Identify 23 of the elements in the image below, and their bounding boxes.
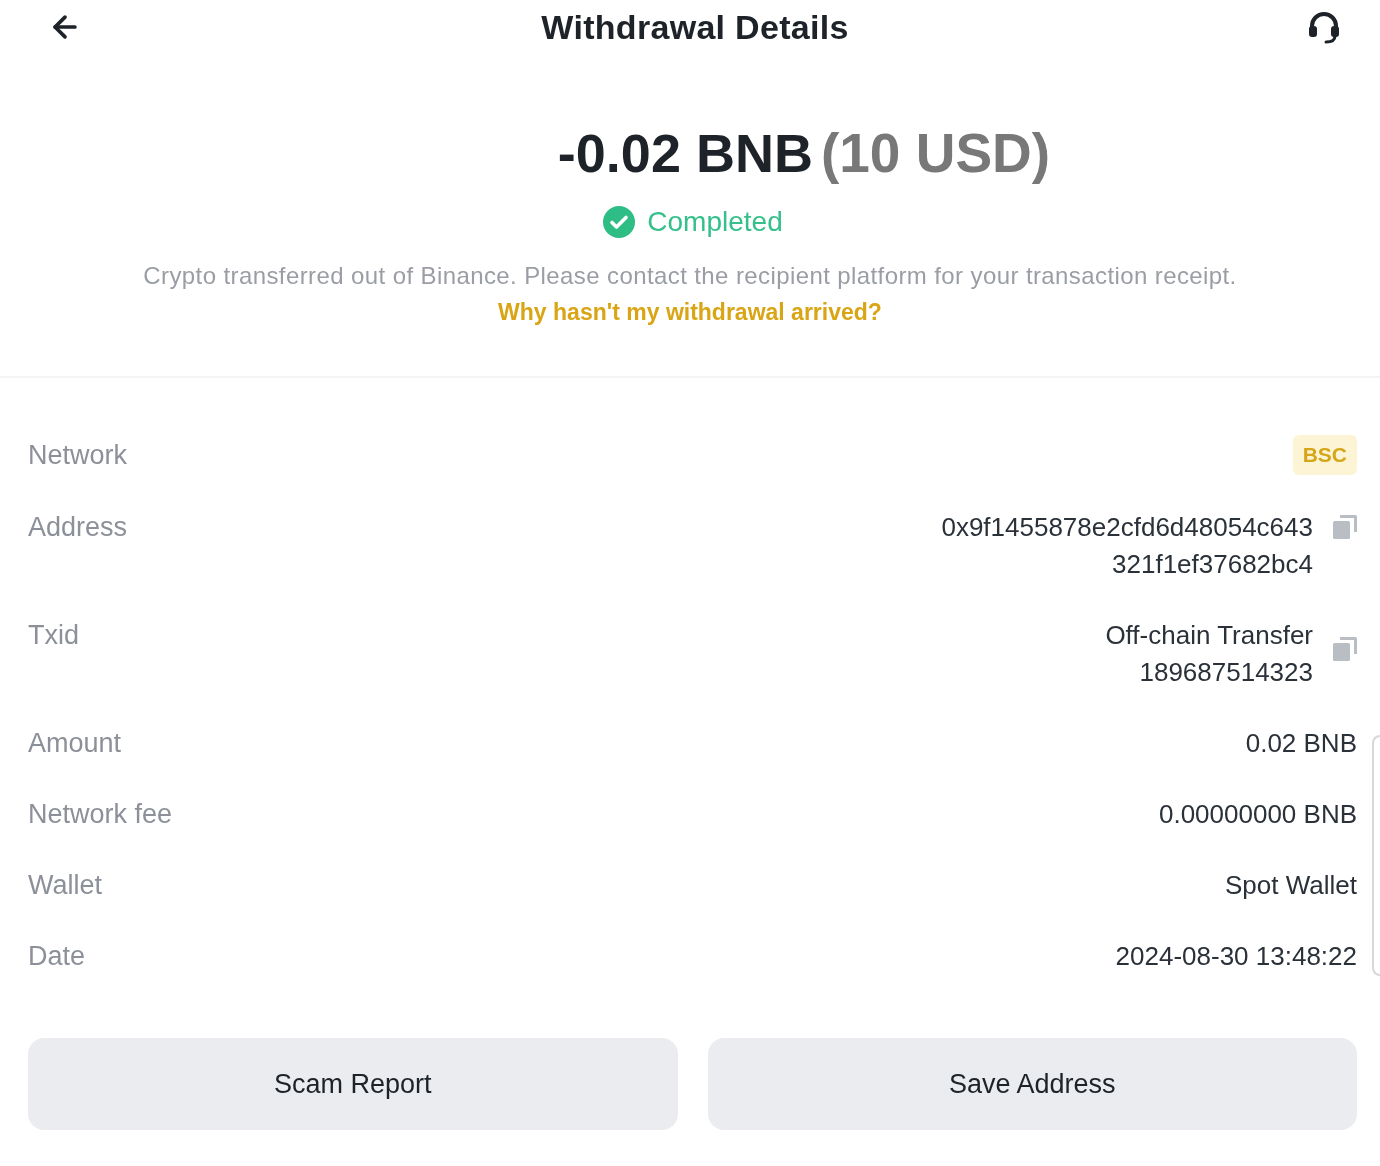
transfer-note: Crypto transferred out of Binance. Please contact the recipient platform for your transaction receipt. [143, 261, 1237, 291]
status-label: Completed [647, 205, 783, 239]
detail-value: 0.00000000 BNB [1158, 798, 1357, 831]
action-button[interactable]: Scam Report [28, 1038, 678, 1130]
detail-value: 0x9f1455878e2cfd6d48054c643 321f1ef37682bc4 [941, 511, 1313, 581]
withdrawal-amount: -0.02 BNB [557, 122, 813, 185]
detail-value: Spot Wallet [1225, 869, 1357, 902]
network-tag: BSC [1292, 435, 1357, 475]
support-button[interactable] [1308, 10, 1340, 44]
detail-label: Txid [28, 619, 79, 652]
fiat-amount: (10 USD) [820, 121, 1051, 186]
detail-label: Address [28, 511, 128, 544]
page-title: Withdrawal Details [541, 7, 849, 47]
action-button[interactable]: Save Address [707, 1038, 1357, 1130]
detail-label: Wallet [28, 869, 102, 902]
detail-label: Network fee [28, 798, 173, 831]
detail-value: Off-chain Transfer 189687514323 [1105, 619, 1313, 689]
detail-label: Date [28, 940, 86, 973]
detail-value: 2024-08-30 13:48:22 [1115, 940, 1357, 973]
detail-label: Amount [28, 727, 122, 760]
detail-value: 0.02 BNB [1245, 727, 1357, 760]
headset-icon [1308, 10, 1340, 44]
detail-label: Network [28, 439, 128, 472]
